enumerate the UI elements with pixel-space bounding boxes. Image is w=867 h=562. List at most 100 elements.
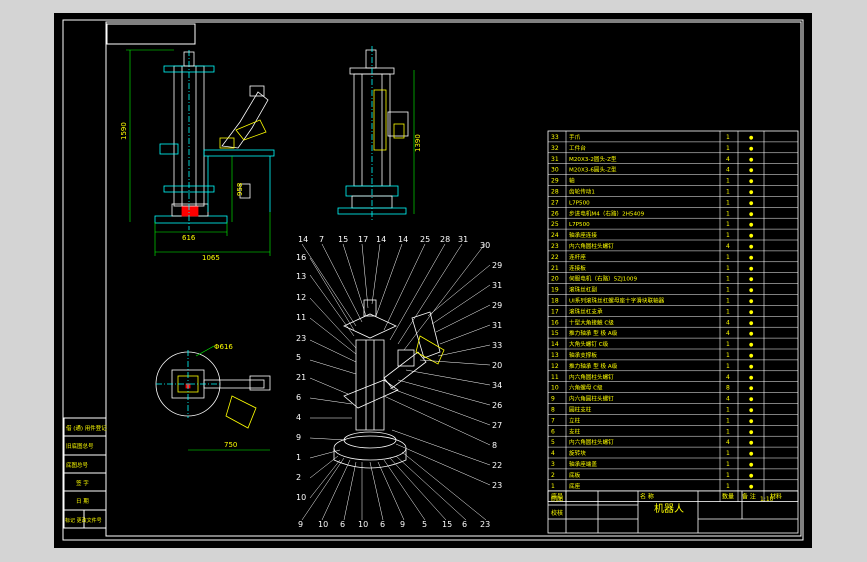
bom-qty: 1 xyxy=(726,341,730,348)
bom-mark: ● xyxy=(749,233,754,239)
bom-qty: 1 xyxy=(726,298,730,305)
bom-mark: ● xyxy=(749,473,754,479)
bom-name: 旋转块 xyxy=(569,449,586,457)
bom-name: 伺服电机（右路）5ZJ1009 xyxy=(569,275,637,283)
bom-no: 25 xyxy=(551,221,559,228)
bom-name: UI系列滚珠丝杠螺母座十字滑块联轴器 xyxy=(569,297,665,305)
bom-qty: 4 xyxy=(726,396,730,403)
bom-header-cell: 数量 xyxy=(722,493,734,501)
bom-qty: 1 xyxy=(726,145,730,152)
bom-name: 轴承支撑板 xyxy=(569,351,597,359)
bom-name: 内六角圆柱头螺钉 xyxy=(569,373,614,381)
bom-name: 六角螺母 C级 xyxy=(569,384,603,392)
bom-no: 20 xyxy=(551,276,559,283)
bom-qty: 1 xyxy=(726,407,730,414)
callout: 4 xyxy=(296,413,301,422)
callout: 6 xyxy=(340,520,345,529)
bom-no: 13 xyxy=(551,352,559,359)
bom-name: 轴 xyxy=(569,177,575,185)
bom-mark: ● xyxy=(749,331,754,337)
bom-qty: 4 xyxy=(726,374,730,381)
bom-name: 轴承座连接 xyxy=(569,231,597,239)
cad-viewport: 借 (通) 用件登记 旧底图总号 底图总号 签 字 日 期 标记 更改文件号 1… xyxy=(0,0,867,562)
bom-qty: 8 xyxy=(726,385,730,392)
callout: 30 xyxy=(480,241,490,250)
title-block-check-label: 校核 xyxy=(551,509,563,517)
callout: 10 xyxy=(296,493,306,502)
dim-lower-height: 958 xyxy=(236,183,244,196)
bom-qty: 4 xyxy=(726,167,730,174)
callout: 14 xyxy=(398,235,408,244)
bom-qty: 1 xyxy=(726,265,730,272)
bom-mark: ● xyxy=(749,288,754,294)
bom-qty: 4 xyxy=(726,330,730,337)
callout: 9 xyxy=(400,520,405,529)
bom-mark: ● xyxy=(749,397,754,403)
bom-no: 16 xyxy=(551,319,559,326)
bom-no: 30 xyxy=(551,167,559,174)
bom-mark: ● xyxy=(749,462,754,468)
callout: 21 xyxy=(296,373,306,382)
bom-name: 手爪 xyxy=(569,133,581,141)
bom-no: 19 xyxy=(551,287,559,294)
callout: 33 xyxy=(492,341,502,350)
bom-qty: 1 xyxy=(726,472,730,479)
drawing-scale: 1:10 xyxy=(760,496,774,503)
bom-name: M20X3-6圆头-Z型 xyxy=(569,166,617,174)
bom-no: 8 xyxy=(551,407,555,414)
bom-qty: 1 xyxy=(726,276,730,283)
bom-name: 滚珠丝杠副 xyxy=(569,286,597,294)
bom-mark: ● xyxy=(749,451,754,457)
callout: 5 xyxy=(296,353,301,362)
bom-qty: 1 xyxy=(726,417,730,424)
bom-qty: 1 xyxy=(726,254,730,261)
bom-name: 底座 xyxy=(569,482,581,490)
bom-mark: ● xyxy=(749,440,754,446)
bom-no: 22 xyxy=(551,254,559,261)
bom-mark: ● xyxy=(749,418,754,424)
dim-total-width: 1065 xyxy=(202,254,220,262)
callout: 26 xyxy=(492,401,502,410)
bom-mark: ● xyxy=(749,190,754,196)
bom-header-cell: 名 称 xyxy=(640,493,654,501)
callout: 23 xyxy=(296,334,306,343)
bom-qty: 1 xyxy=(726,363,730,370)
bom-mark: ● xyxy=(749,179,754,185)
bom-qty: 1 xyxy=(726,483,730,490)
callout: 6 xyxy=(380,520,385,529)
bom-no: 17 xyxy=(551,308,559,315)
bom-qty: 1 xyxy=(726,461,730,468)
callout: 31 xyxy=(492,321,502,330)
bom-no: 21 xyxy=(551,265,559,272)
bom-qty: 1 xyxy=(726,134,730,141)
bom-qty: 1 xyxy=(726,199,730,206)
bom-qty: 1 xyxy=(726,189,730,196)
callout: 22 xyxy=(492,461,502,470)
bom-name: 支柱 xyxy=(569,427,581,435)
callout: 15 xyxy=(442,520,452,529)
bom-name: 轴承座端盖 xyxy=(569,460,597,468)
bom-no: 15 xyxy=(551,330,559,337)
callout: 9 xyxy=(296,433,301,442)
strip-text-1: 借 (通) 用件登记 xyxy=(66,424,107,432)
bom-no: 10 xyxy=(551,385,559,392)
callout: 2 xyxy=(296,473,301,482)
bom-header-cell: 备 注 xyxy=(742,493,756,501)
bom-qty: 1 xyxy=(726,287,730,294)
bom-mark: ● xyxy=(749,266,754,272)
bom-mark: ● xyxy=(749,200,754,206)
callout: 15 xyxy=(338,235,348,244)
bom-mark: ● xyxy=(749,408,754,414)
bom-mark: ● xyxy=(749,244,754,250)
bom-mark: ● xyxy=(749,222,754,228)
bom-name: 大角头螺钉 C级 xyxy=(569,340,609,348)
callout: 14 xyxy=(298,235,308,244)
bom-mark: ● xyxy=(749,168,754,174)
callout: 25 xyxy=(420,235,430,244)
bom-no: 28 xyxy=(551,189,559,196)
bom-no: 24 xyxy=(551,232,559,239)
callout: 31 xyxy=(458,235,468,244)
strip-text-3: 底图总号 xyxy=(66,461,89,469)
title-block-draw-label: 制图 xyxy=(551,495,563,503)
callout: 7 xyxy=(319,235,324,244)
